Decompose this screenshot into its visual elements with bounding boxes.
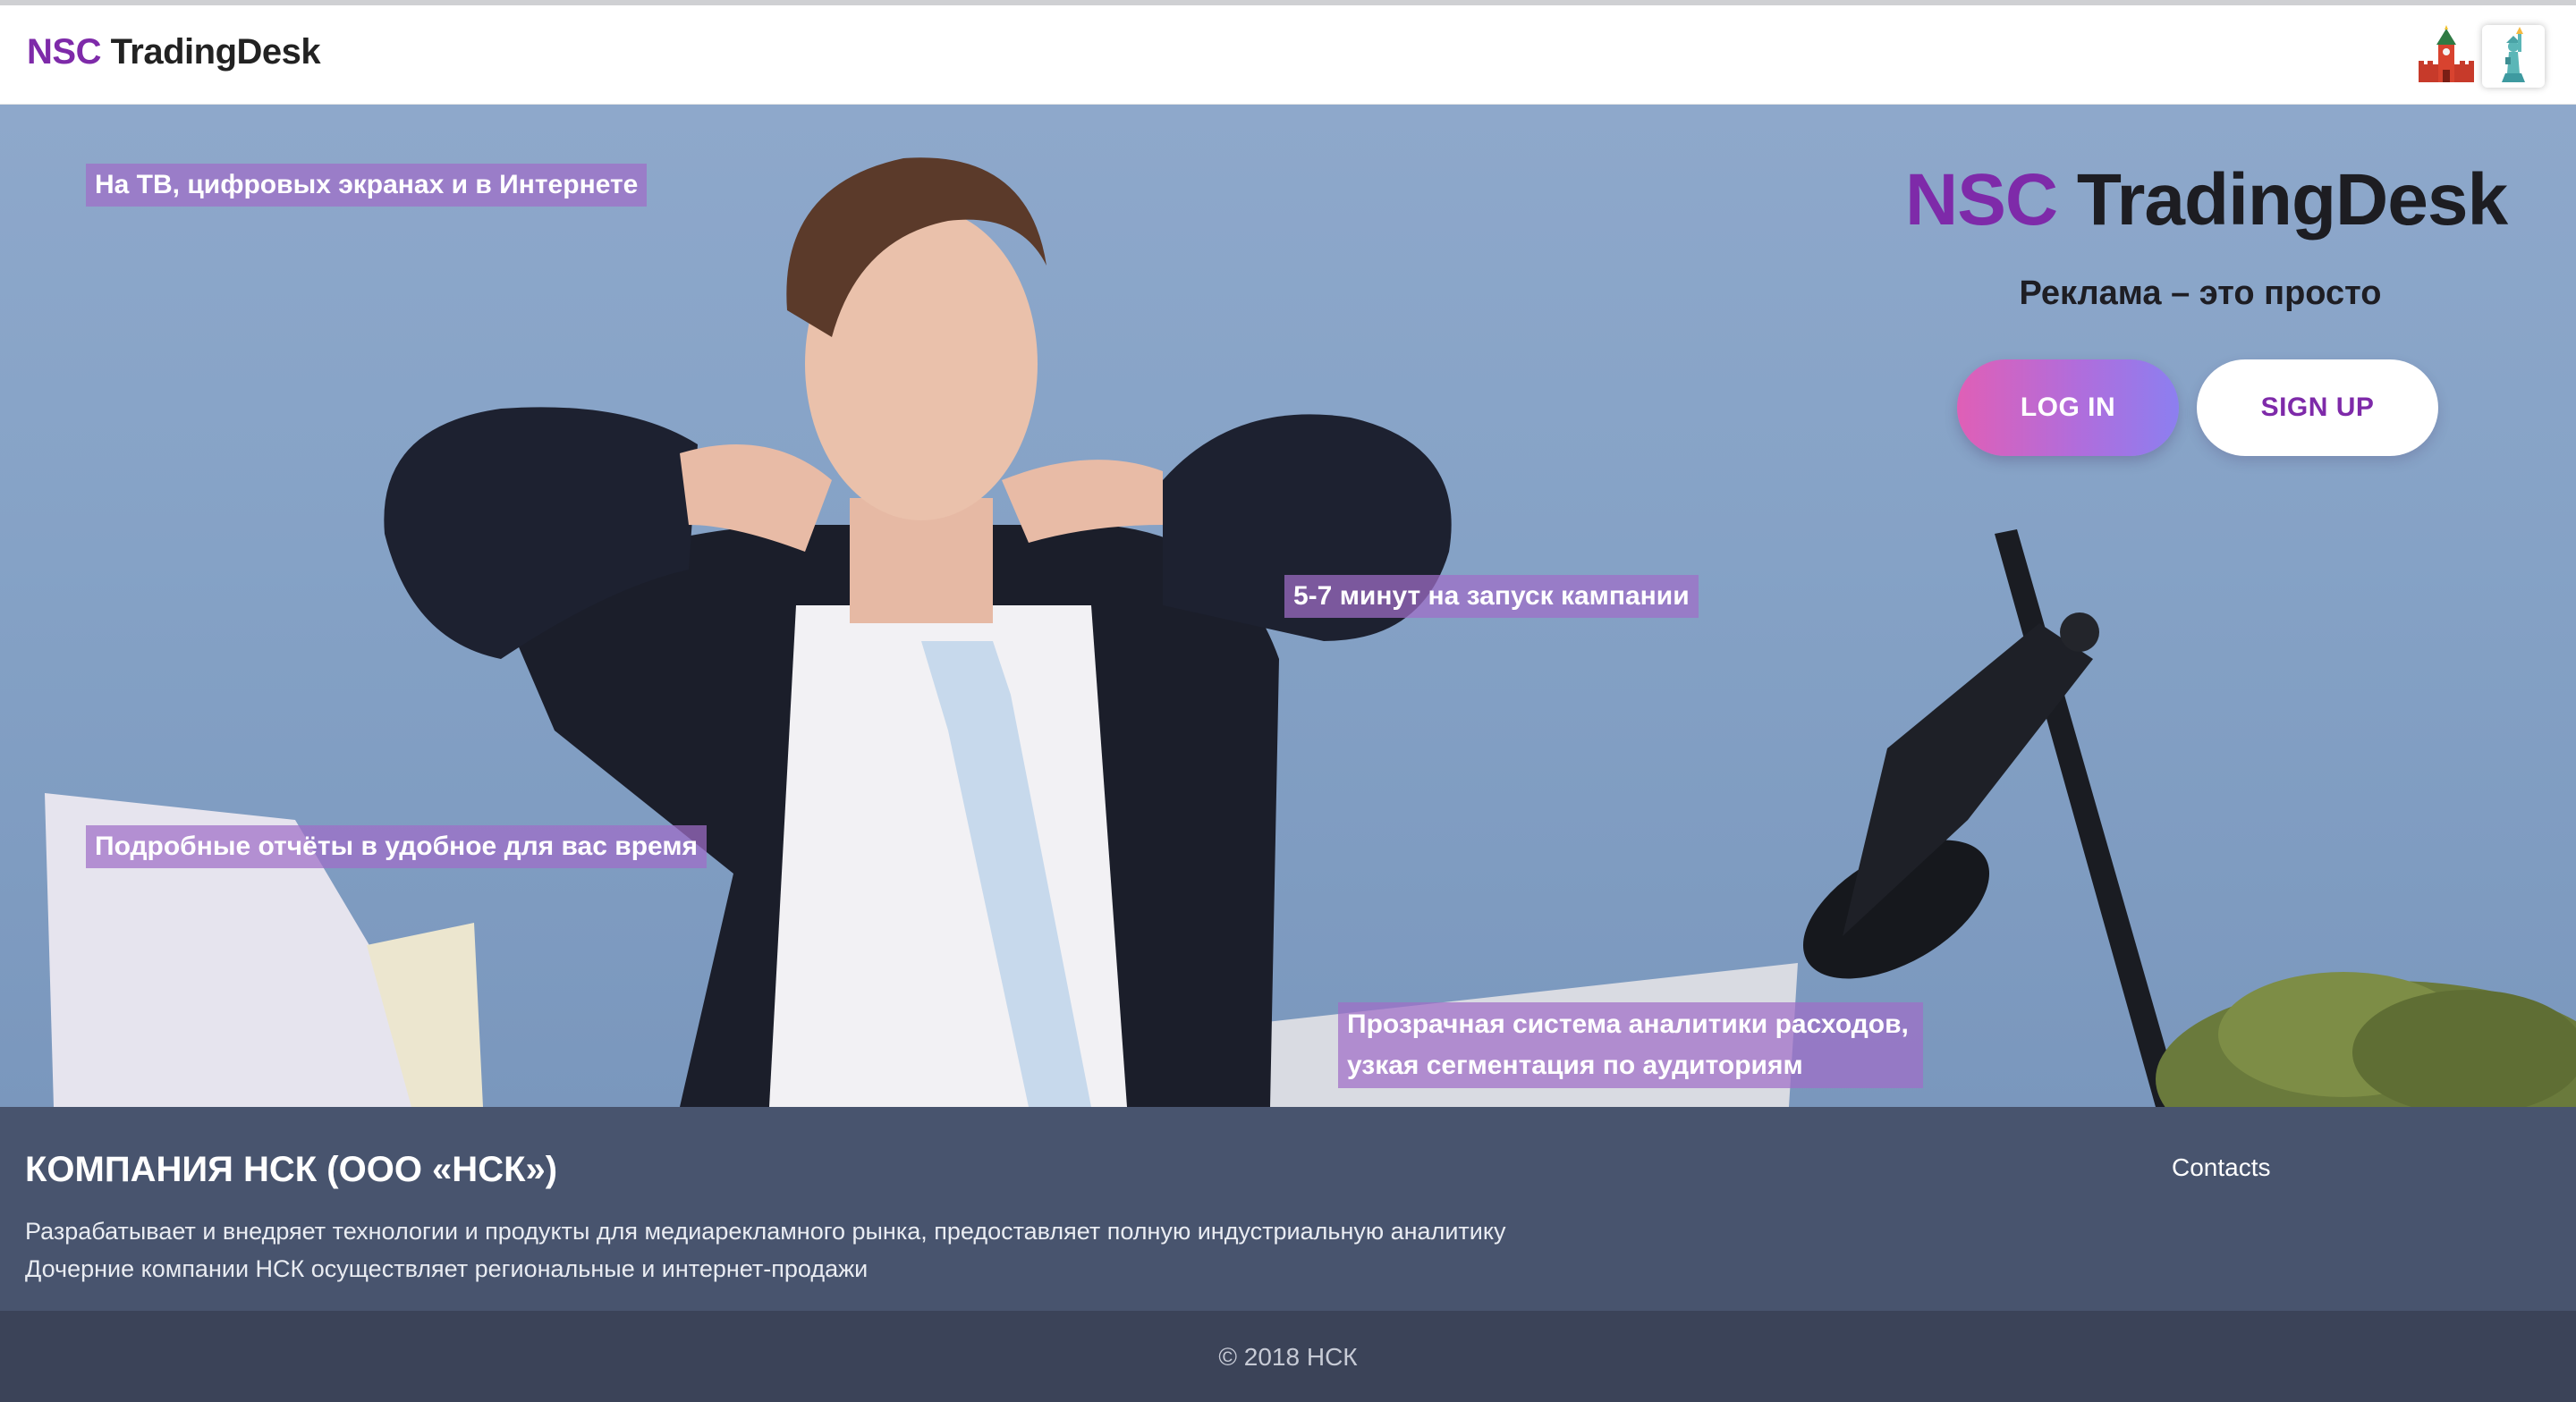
hero-brand-prefix: NSC (1905, 159, 2058, 241)
login-button[interactable]: LOG IN (1957, 359, 2179, 456)
feature-tag-analytics-line1: Прозрачная система аналитики расходов, (1347, 1009, 1909, 1039)
hero-brand-suffix: TradingDesk (2057, 159, 2508, 241)
copyright-text: © 2018 НСК (1218, 1343, 1358, 1371)
feature-tag-analytics-line2: узкая сегментация по аудиториям (1347, 1051, 1803, 1080)
footer-info: КОМПАНИЯ НСК (ООО «НСК») Разрабатывает и… (0, 1107, 2576, 1311)
footer-description-line2: Дочерние компании НСК осуществляет регио… (25, 1255, 869, 1282)
kremlin-icon[interactable] (2415, 25, 2478, 88)
statue-of-liberty-icon[interactable] (2482, 25, 2545, 88)
footer-description: Разрабатывает и внедряет технологии и пр… (25, 1212, 1505, 1288)
hero-section: На ТВ, цифровых экранах и в Интернете 5-… (0, 105, 2576, 1107)
hero-tagline: Реклама – это просто (2019, 274, 2382, 312)
site-header: NSC TradingDesk (0, 5, 2576, 105)
contacts-link[interactable]: Contacts (2172, 1153, 2271, 1182)
hero-brand-title: NSC TradingDesk (1905, 158, 2508, 242)
footer-bottom-bar: © 2018 НСК (0, 1311, 2576, 1402)
header-logo-suffix: TradingDesk (100, 32, 321, 72)
footer-company-name: КОМПАНИЯ НСК (ООО «НСК») (25, 1150, 558, 1189)
header-logo[interactable]: NSC TradingDesk (27, 32, 321, 72)
footer-description-line1: Разрабатывает и внедряет технологии и пр… (25, 1218, 1506, 1245)
header-logo-prefix: NSC (27, 32, 101, 72)
feature-tag-reports: Подробные отчёты в удобное для вас время (86, 825, 708, 868)
signup-button[interactable]: SIGN UP (2197, 359, 2438, 456)
feature-tag-launch-time: 5-7 минут на запуск кампании (1284, 575, 1699, 618)
feature-tag-channels: На ТВ, цифровых экранах и в Интернете (86, 164, 648, 207)
feature-tag-analytics: Прозрачная система аналитики расходов, у… (1338, 1002, 1923, 1088)
